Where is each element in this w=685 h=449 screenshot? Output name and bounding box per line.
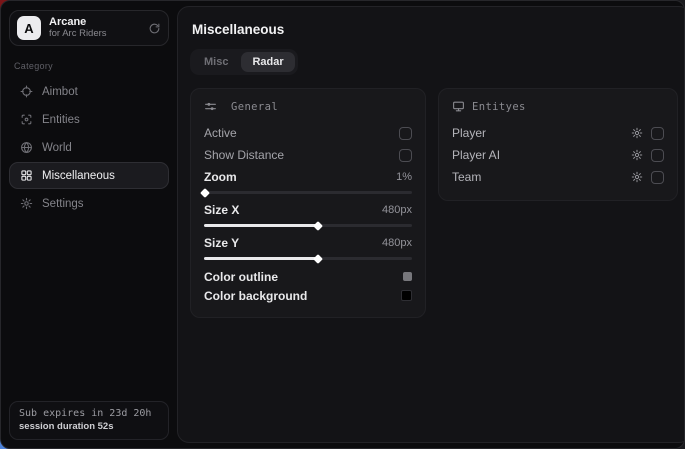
size-y-row: Size Y 480px (204, 234, 412, 252)
sidebar-item-label: Aimbot (42, 86, 78, 98)
sidebar-item-miscellaneous[interactable]: Miscellaneous (9, 162, 169, 189)
player-controls (631, 127, 664, 140)
scan-icon (20, 113, 33, 126)
zoom-label: Zoom (204, 170, 237, 184)
app-window: A Arcane for Arc Riders Category Aimbot (0, 0, 685, 449)
sidebar-item-label: Entities (42, 114, 80, 126)
grid-icon (20, 169, 33, 182)
active-label: Active (204, 126, 237, 140)
gear-icon (20, 197, 33, 210)
monitor-icon (452, 100, 465, 113)
tab-radar[interactable]: Radar (241, 52, 294, 72)
zoom-slider[interactable] (204, 191, 412, 194)
general-panel-title-text: General (231, 101, 278, 113)
sidebar-item-entities[interactable]: Entities (9, 106, 169, 133)
entities-panel-title: Entityes (472, 101, 526, 113)
sidebar-item-aimbot[interactable]: Aimbot (9, 78, 169, 105)
sidebar-item-label: World (42, 142, 72, 154)
category-label: Category (14, 61, 164, 71)
tab-bar: Misc Radar (190, 49, 298, 75)
team-settings-gear-icon[interactable] (631, 171, 643, 183)
active-row: Active (204, 122, 412, 144)
brand-card: A Arcane for Arc Riders (9, 10, 169, 46)
size-y-slider-thumb[interactable] (313, 254, 323, 264)
color-outline-row: Color outline (204, 267, 412, 286)
show-distance-label: Show Distance (204, 148, 284, 162)
player-row: Player (452, 122, 664, 144)
brand-logo: A (17, 16, 41, 40)
team-label: Team (452, 170, 481, 184)
player-label: Player (452, 126, 486, 140)
team-checkbox[interactable] (651, 171, 664, 184)
subscription-card: Sub expires in 23d 20h session duration … (9, 401, 169, 440)
player-ai-checkbox[interactable] (651, 149, 664, 162)
color-background-row: Color background (204, 286, 412, 305)
player-ai-controls (631, 149, 664, 162)
size-y-slider[interactable] (204, 257, 412, 260)
refresh-icon[interactable] (148, 22, 161, 35)
crosshair-icon (20, 85, 33, 98)
color-outline-label: Color outline (204, 270, 278, 284)
show-distance-checkbox[interactable] (399, 149, 412, 162)
zoom-row: Zoom 1% (204, 168, 412, 186)
player-settings-gear-icon[interactable] (631, 127, 643, 139)
show-distance-row: Show Distance (204, 144, 412, 166)
size-x-row: Size X 480px (204, 201, 412, 219)
size-x-value: 480px (382, 204, 412, 216)
size-x-slider-thumb[interactable] (313, 221, 323, 231)
globe-icon (20, 141, 33, 154)
entities-panel: Entityes Player Player AI (438, 88, 678, 201)
size-x-slider-fill (204, 224, 318, 227)
sidebar-item-label: Settings (42, 198, 84, 210)
color-background-label: Color background (204, 289, 307, 303)
player-ai-label: Player AI (452, 148, 500, 162)
subscription-expiry: Sub expires in 23d 20h (19, 408, 159, 419)
tab-misc[interactable]: Misc (193, 52, 239, 72)
general-panel: General Active Show Distance Zoom 1% (190, 88, 426, 318)
brand-subtitle: for Arc Riders (49, 29, 107, 40)
sidebar-item-settings[interactable]: Settings (9, 190, 169, 217)
team-row: Team (452, 166, 664, 188)
size-x-slider[interactable] (204, 224, 412, 227)
sidebar: A Arcane for Arc Riders Category Aimbot (1, 1, 177, 448)
player-ai-settings-gear-icon[interactable] (631, 149, 643, 161)
size-y-slider-fill (204, 257, 318, 260)
desktop-background: A Arcane for Arc Riders Category Aimbot (0, 0, 685, 449)
color-background-swatch[interactable] (401, 290, 412, 301)
team-controls (631, 171, 664, 184)
player-checkbox[interactable] (651, 127, 664, 140)
color-outline-swatch[interactable] (403, 272, 412, 281)
main-panel: Miscellaneous Misc Radar General (177, 6, 685, 443)
zoom-value: 1% (396, 171, 412, 183)
sliders-icon (204, 100, 217, 113)
player-ai-row: Player AI (452, 144, 664, 166)
sidebar-nav: Aimbot Entities World (9, 78, 169, 217)
sidebar-item-label: Miscellaneous (42, 170, 115, 182)
size-x-label: Size X (204, 203, 239, 217)
entities-panel-header: Entityes (452, 100, 664, 113)
brand-text: Arcane for Arc Riders (49, 16, 107, 40)
size-y-label: Size Y (204, 236, 239, 250)
zoom-slider-thumb[interactable] (200, 188, 210, 198)
size-y-value: 480px (382, 237, 412, 249)
active-checkbox[interactable] (399, 127, 412, 140)
brand-logo-letter: A (24, 21, 33, 36)
session-duration: session duration 52s (19, 421, 159, 432)
cards-row: General Active Show Distance Zoom 1% (190, 88, 678, 318)
page-title: Miscellaneous (192, 22, 676, 37)
general-panel-header: General (204, 100, 412, 113)
brand-title: Arcane (49, 16, 107, 29)
sidebar-item-world[interactable]: World (9, 134, 169, 161)
